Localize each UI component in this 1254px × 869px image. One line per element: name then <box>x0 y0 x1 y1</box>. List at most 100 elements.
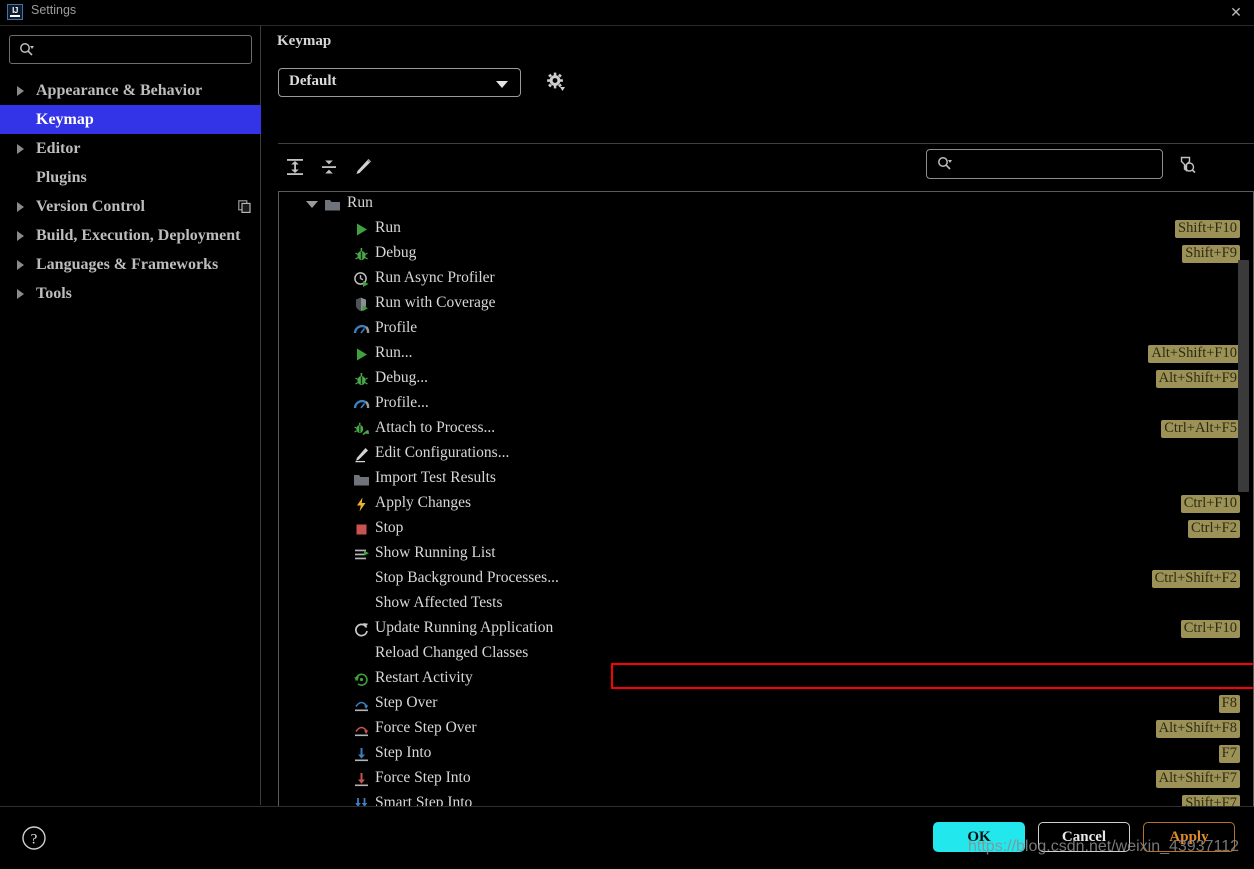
close-icon[interactable]: ✕ <box>1226 3 1246 21</box>
tree-row-stop-background-processes[interactable]: Stop Background Processes... Ctrl+Shift+F… <box>279 567 1253 592</box>
stop-icon <box>353 521 370 538</box>
tree-row-step-over[interactable]: Step Over F8 <box>279 692 1253 717</box>
chevron-right-icon <box>17 201 24 212</box>
tree-row-step-into[interactable]: Step Into F7 <box>279 742 1253 767</box>
tree-row-label: Stop <box>375 519 404 536</box>
chevron-right-icon <box>17 143 24 154</box>
tree-row-label: Run <box>375 219 401 236</box>
tree-row-label: Reload Changed Classes <box>375 644 529 661</box>
sidebar-item-editor[interactable]: Editor <box>0 134 261 163</box>
shortcut-badge: Alt+Shift+F9 <box>1155 370 1240 388</box>
tree-row-label: Run <box>347 194 373 211</box>
pencil-icon[interactable] <box>350 154 376 180</box>
window-title: Settings <box>31 3 77 17</box>
intellij-idea-icon: IJ <box>7 4 23 20</box>
tree-scrollbar-thumb[interactable] <box>1238 260 1249 492</box>
profile-icon <box>353 396 370 413</box>
find-shortcut-icon[interactable] <box>1175 154 1197 176</box>
title-bar: IJ Settings ✕ <box>0 0 1254 26</box>
tree-row-profile[interactable]: Profile <box>279 317 1253 342</box>
tree-row-edit-configurations[interactable]: Edit Configurations... <box>279 442 1253 467</box>
sidebar-item-languages-frameworks[interactable]: Languages & Frameworks <box>0 250 261 279</box>
attach-process-icon <box>353 421 370 438</box>
tree-row-debug[interactable]: Debug... Alt+Shift+F9 <box>279 367 1253 392</box>
tree-row-debug[interactable]: Debug Shift+F9 <box>279 242 1253 267</box>
tree-row-stop[interactable]: Stop Ctrl+F2 <box>279 517 1253 542</box>
chevron-down-icon <box>496 81 508 88</box>
sidebar-item-label: Keymap <box>36 110 94 128</box>
shortcut-search[interactable] <box>926 149 1163 180</box>
run-icon <box>353 346 370 363</box>
search-icon <box>937 156 952 171</box>
expand-all-icon[interactable] <box>282 154 308 180</box>
keymap-panel: Keymap Default Run Run Shift+F10 Debug S… <box>262 26 1254 821</box>
chevron-down-icon[interactable] <box>306 201 318 208</box>
tree-row-run-with-coverage[interactable]: Run with Coverage <box>279 292 1253 317</box>
force-step-over-icon <box>353 721 370 738</box>
shortcut-badge: F7 <box>1218 745 1240 763</box>
tree-scrollbar-track[interactable] <box>1238 192 1251 820</box>
tree-row-run[interactable]: Run Shift+F10 <box>279 217 1253 242</box>
shortcut-badge: Alt+Shift+F10 <box>1148 345 1240 363</box>
shortcut-badge: Ctrl+F2 <box>1187 520 1240 538</box>
tree-row-label: Force Step Into <box>375 769 471 786</box>
tree-row-label: Import Test Results <box>375 469 496 486</box>
run-icon <box>353 221 370 238</box>
collapse-all-icon[interactable] <box>316 154 342 180</box>
sidebar-search[interactable] <box>9 35 252 65</box>
tree-row-label: Step Over <box>375 694 438 711</box>
tree-row-label: Run Async Profiler <box>375 269 495 286</box>
tree-row-force-step-over[interactable]: Force Step Over Alt+Shift+F8 <box>279 717 1253 742</box>
shortcut-badge: Ctrl+F10 <box>1180 495 1240 513</box>
shortcut-badge: Ctrl+Shift+F2 <box>1151 570 1240 588</box>
tree-row-label: Show Running List <box>375 544 496 561</box>
tree-row-force-step-into[interactable]: Force Step Into Alt+Shift+F7 <box>279 767 1253 792</box>
sidebar-item-appearance-behavior[interactable]: Appearance & Behavior <box>0 76 261 105</box>
coverage-icon <box>353 296 370 313</box>
cancel-button[interactable]: Cancel <box>1038 822 1130 852</box>
help-icon[interactable]: ? <box>21 825 47 851</box>
step-over-icon <box>353 696 370 713</box>
shortcut-badge: Shift+F9 <box>1182 245 1240 263</box>
keymap-select[interactable]: Default <box>278 68 521 97</box>
tree-row-profile[interactable]: Profile... <box>279 392 1253 417</box>
copy-icon[interactable] <box>238 200 251 214</box>
ok-button[interactable]: OK <box>933 822 1025 852</box>
tree-row-restart-activity[interactable]: Restart Activity <box>279 667 1253 692</box>
sidebar-item-label: Build, Execution, Deployment <box>36 226 241 244</box>
sidebar-item-keymap[interactable]: Keymap <box>0 105 261 134</box>
divider <box>278 143 1254 144</box>
apply-button[interactable]: Apply <box>1143 822 1235 852</box>
tree-row-label: Update Running Application <box>375 619 554 636</box>
keymap-select-value: Default <box>289 73 337 89</box>
step-into-icon <box>353 746 370 763</box>
tree-row-run-async-profiler[interactable]: Run Async Profiler <box>279 267 1253 292</box>
sidebar-item-tools[interactable]: Tools <box>0 279 261 308</box>
sidebar-item-plugins[interactable]: Plugins <box>0 163 261 192</box>
tree-row-run[interactable]: Run... Alt+Shift+F10 <box>279 342 1253 367</box>
tree-row-attach-to-process[interactable]: Attach to Process... Ctrl+Alt+F5 <box>279 417 1253 442</box>
tree-row-run[interactable]: Run <box>279 192 1253 217</box>
lightning-icon <box>353 496 370 513</box>
sidebar-item-version-control[interactable]: Version Control <box>0 192 261 221</box>
tree-row-apply-changes[interactable]: Apply Changes Ctrl+F10 <box>279 492 1253 517</box>
tree-row-label: Restart Activity <box>375 669 473 686</box>
tree-row-label: Attach to Process... <box>375 419 496 436</box>
running-list-icon <box>353 546 370 563</box>
tree-row-label: Stop Background Processes... <box>375 569 559 586</box>
shortcut-badge: Alt+Shift+F7 <box>1155 770 1240 788</box>
search-input[interactable] <box>40 36 249 65</box>
async-profiler-icon <box>353 271 370 288</box>
tree-row-show-running-list[interactable]: Show Running List <box>279 542 1253 567</box>
settings-sidebar: Appearance & Behavior Keymap Editor Plugins… <box>0 26 261 805</box>
gear-icon[interactable] <box>545 71 567 93</box>
keymap-tree[interactable]: Run Run Shift+F10 Debug Shift+F9 Run Async Pr… <box>278 191 1254 821</box>
sidebar-item-label: Plugins <box>36 168 87 186</box>
sidebar-item-build-execution-deployment[interactable]: Build, Execution, Deployment <box>0 221 261 250</box>
tree-row-show-affected-tests[interactable]: Show Affected Tests <box>279 592 1253 617</box>
tree-row-label: Debug <box>375 244 417 261</box>
tree-row-reload-changed-classes[interactable]: Reload Changed Classes <box>279 642 1253 667</box>
tree-row-import-test-results[interactable]: Import Test Results <box>279 467 1253 492</box>
shortcut-search-input[interactable] <box>959 150 1161 180</box>
tree-row-update-running-application[interactable]: Update Running Application Ctrl+F10 <box>279 617 1253 642</box>
